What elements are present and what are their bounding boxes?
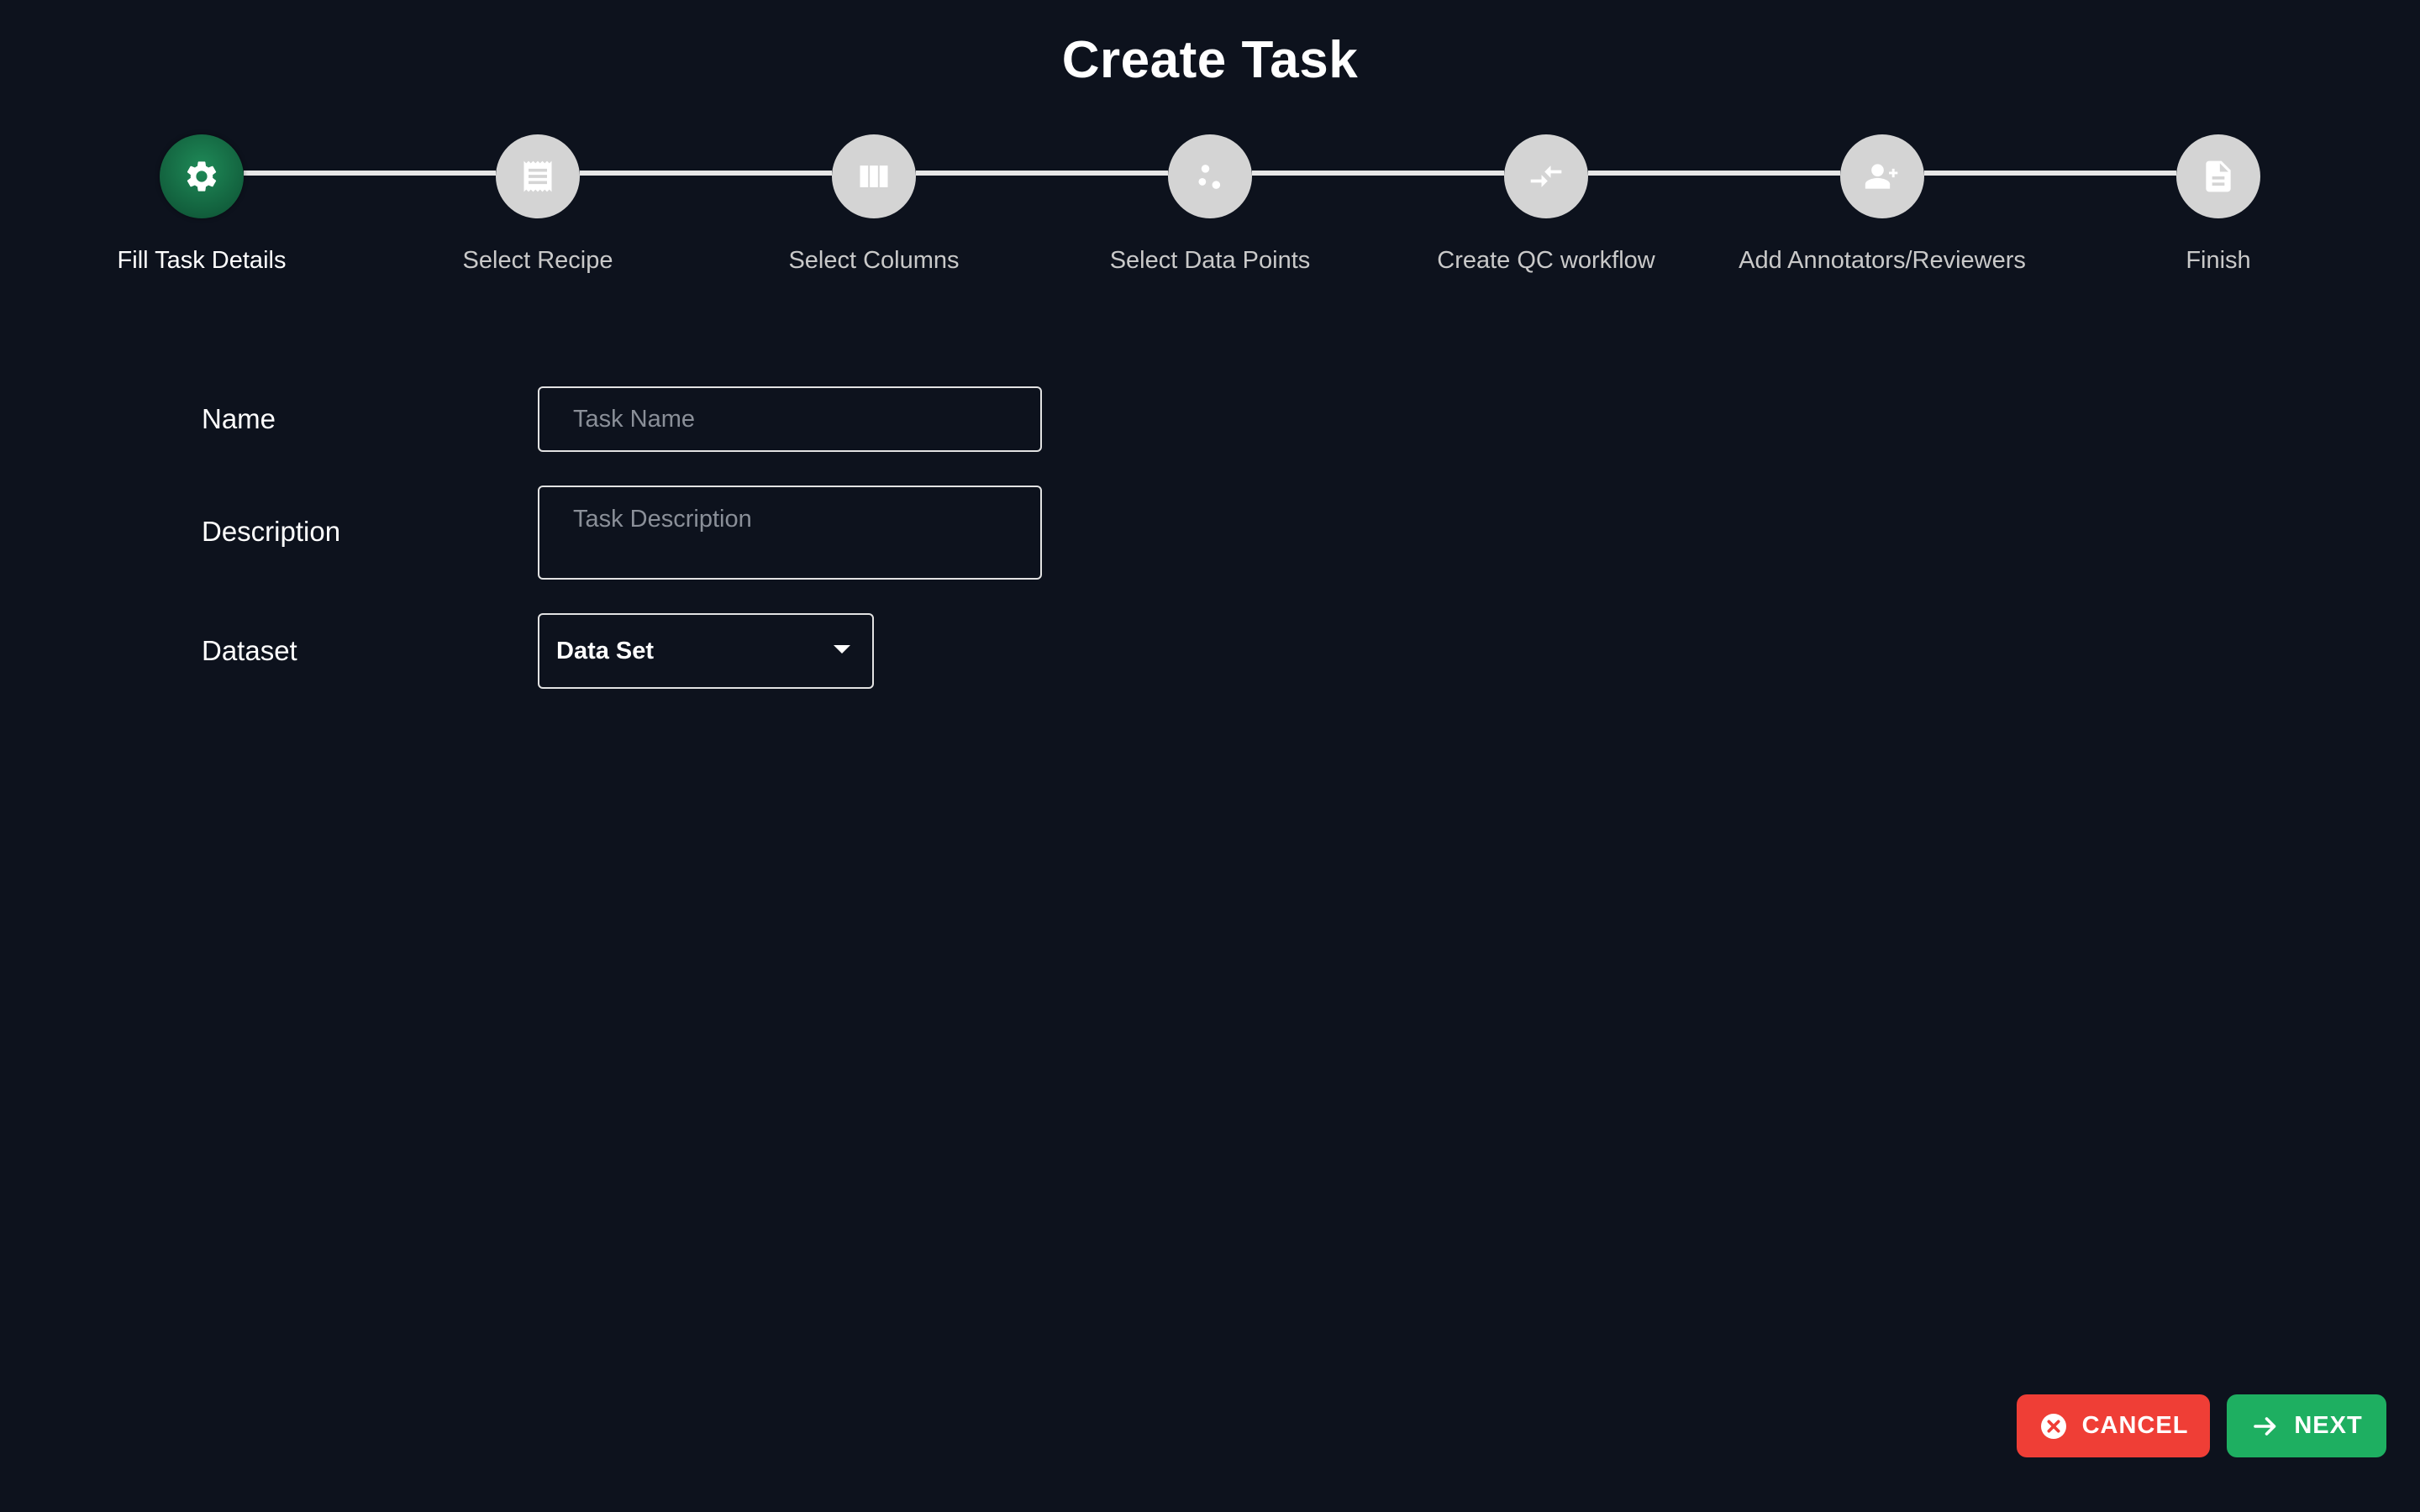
compare-arrows-icon xyxy=(1530,165,1562,187)
step-circle xyxy=(496,134,580,218)
dataset-label: Dataset xyxy=(202,635,297,666)
task-name-input[interactable] xyxy=(538,386,1042,452)
step-circle xyxy=(1168,134,1252,218)
name-label: Name xyxy=(202,403,276,434)
description-label: Description xyxy=(202,516,341,547)
step-circle xyxy=(832,134,916,218)
step-select-recipe[interactable]: Select Recipe xyxy=(370,134,706,286)
step-label: Fill Task Details xyxy=(117,247,287,274)
next-button[interactable]: NEXT xyxy=(2227,1394,2386,1457)
group-add-icon xyxy=(1865,164,1898,189)
step-label: Select Recipe xyxy=(462,247,613,274)
step-select-data-points[interactable]: Select Data Points xyxy=(1042,134,1378,286)
gear-icon xyxy=(187,161,217,192)
step-circle xyxy=(160,134,244,218)
cancel-button-label: CANCEL xyxy=(2081,1412,2189,1439)
next-button-label: NEXT xyxy=(2294,1412,2363,1439)
cancel-circle-icon xyxy=(2040,1413,2066,1439)
step-circle xyxy=(1504,134,1588,218)
task-description-input[interactable] xyxy=(538,486,1042,580)
step-circle xyxy=(1840,134,1924,218)
step-label: Select Data Points xyxy=(1109,247,1311,274)
step-label: Create QC workflow xyxy=(1437,247,1655,274)
scatter-points-icon xyxy=(1198,165,1221,189)
dataset-select[interactable]: Data Set xyxy=(538,613,874,689)
cancel-button[interactable]: CANCEL xyxy=(2017,1394,2210,1457)
step-fill-task-details[interactable]: Fill Task Details xyxy=(34,134,370,286)
step-select-columns[interactable]: Select Columns xyxy=(706,134,1042,286)
dataset-select-value: Data Set xyxy=(556,638,655,664)
recipe-icon xyxy=(523,160,552,192)
step-label: Select Columns xyxy=(788,247,960,274)
caret-down-icon xyxy=(834,645,850,654)
columns-icon xyxy=(860,165,888,187)
arrow-right-icon xyxy=(2254,1416,2276,1436)
document-icon xyxy=(2206,160,2231,192)
step-finish[interactable]: Finish xyxy=(2050,134,2386,286)
step-label: Finish xyxy=(2186,247,2251,274)
progress-stepper: Fill Task Details Select Recipe Select C… xyxy=(0,0,2420,302)
step-circle xyxy=(2176,134,2260,218)
step-add-annotators-reviewers[interactable]: Add Annotators/Reviewers xyxy=(1714,134,2050,286)
step-label: Add Annotators/Reviewers xyxy=(1739,247,2026,274)
step-create-qc-workflow[interactable]: Create QC workflow xyxy=(1378,134,1714,286)
create-task-page: Create Task Fill Task Details Select Rec… xyxy=(0,0,2420,1512)
